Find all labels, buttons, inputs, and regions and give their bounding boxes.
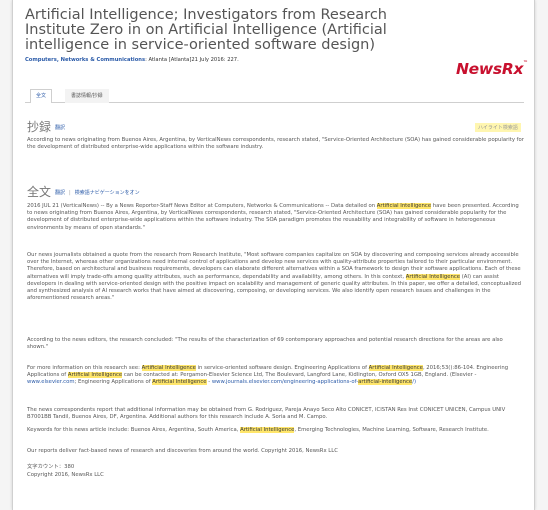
tab-bar: 全文 書誌情報/抄録 bbox=[25, 89, 524, 103]
word-count: 文字カウント：380 bbox=[27, 464, 75, 470]
fulltext-paragraph-2: Our news journalists obtained a quote fr… bbox=[27, 252, 522, 302]
copyright-footer: Copyright 2016, NewsRx LLC bbox=[27, 472, 104, 478]
fulltext-paragraph-5: The news correspondents report that addi… bbox=[27, 407, 506, 421]
article-title: Artificial Intelligence; Investigators f… bbox=[25, 7, 387, 53]
fulltext-paragraph-3: According to the news editors, the resea… bbox=[27, 337, 503, 351]
source-publication-link[interactable]: Computers, Networks & Communications bbox=[25, 57, 145, 63]
fulltext-paragraph-7: Our reports deliver fact-based news of r… bbox=[27, 448, 338, 454]
tab-full-text[interactable]: 全文 bbox=[30, 89, 53, 103]
source-details: : Atlanta [Atlanta]21 July 2016: 227. bbox=[145, 57, 239, 63]
abstract-text: According to news originating from Bueno… bbox=[27, 137, 524, 151]
highlighted-term: Artificial Intelligence bbox=[376, 203, 432, 209]
highlight-search-terms-button[interactable]: ハイライト検索語 bbox=[475, 123, 521, 132]
highlighted-term: Artificial Intelligence bbox=[405, 273, 461, 280]
search-term-navigation-link[interactable]: 検索語ナビゲーションをオン bbox=[75, 190, 140, 196]
tab-bibliographic-abstract[interactable]: 書誌情報/抄録 bbox=[65, 89, 109, 103]
journal-link[interactable]: www.journals.elsevier.com/engineering-ap… bbox=[212, 379, 416, 386]
fulltext-translate-link[interactable]: 翻訳 bbox=[55, 190, 65, 196]
elsevier-link[interactable]: www.elsevier.com bbox=[27, 379, 75, 385]
source-line: Computers, Networks & Communications: At… bbox=[25, 57, 425, 63]
document-sheet: Artificial Intelligence; Investigators f… bbox=[12, 0, 535, 510]
newsrx-logo: NewsRx™ bbox=[456, 60, 528, 78]
fulltext-paragraph-6: Keywords for this news article include: … bbox=[27, 427, 489, 433]
fulltext-paragraph-4: For more information on this research se… bbox=[27, 365, 509, 386]
abstract-heading: 抄録 翻訳 bbox=[27, 120, 66, 134]
abstract-translate-link[interactable]: 翻訳 bbox=[55, 125, 65, 131]
fulltext-heading: 全文 翻訳 | 検索語ナビゲーションをオン bbox=[27, 185, 140, 199]
fulltext-paragraph-1: 2016 JUL 21 (VerticalNews) -- By a News … bbox=[27, 203, 519, 231]
